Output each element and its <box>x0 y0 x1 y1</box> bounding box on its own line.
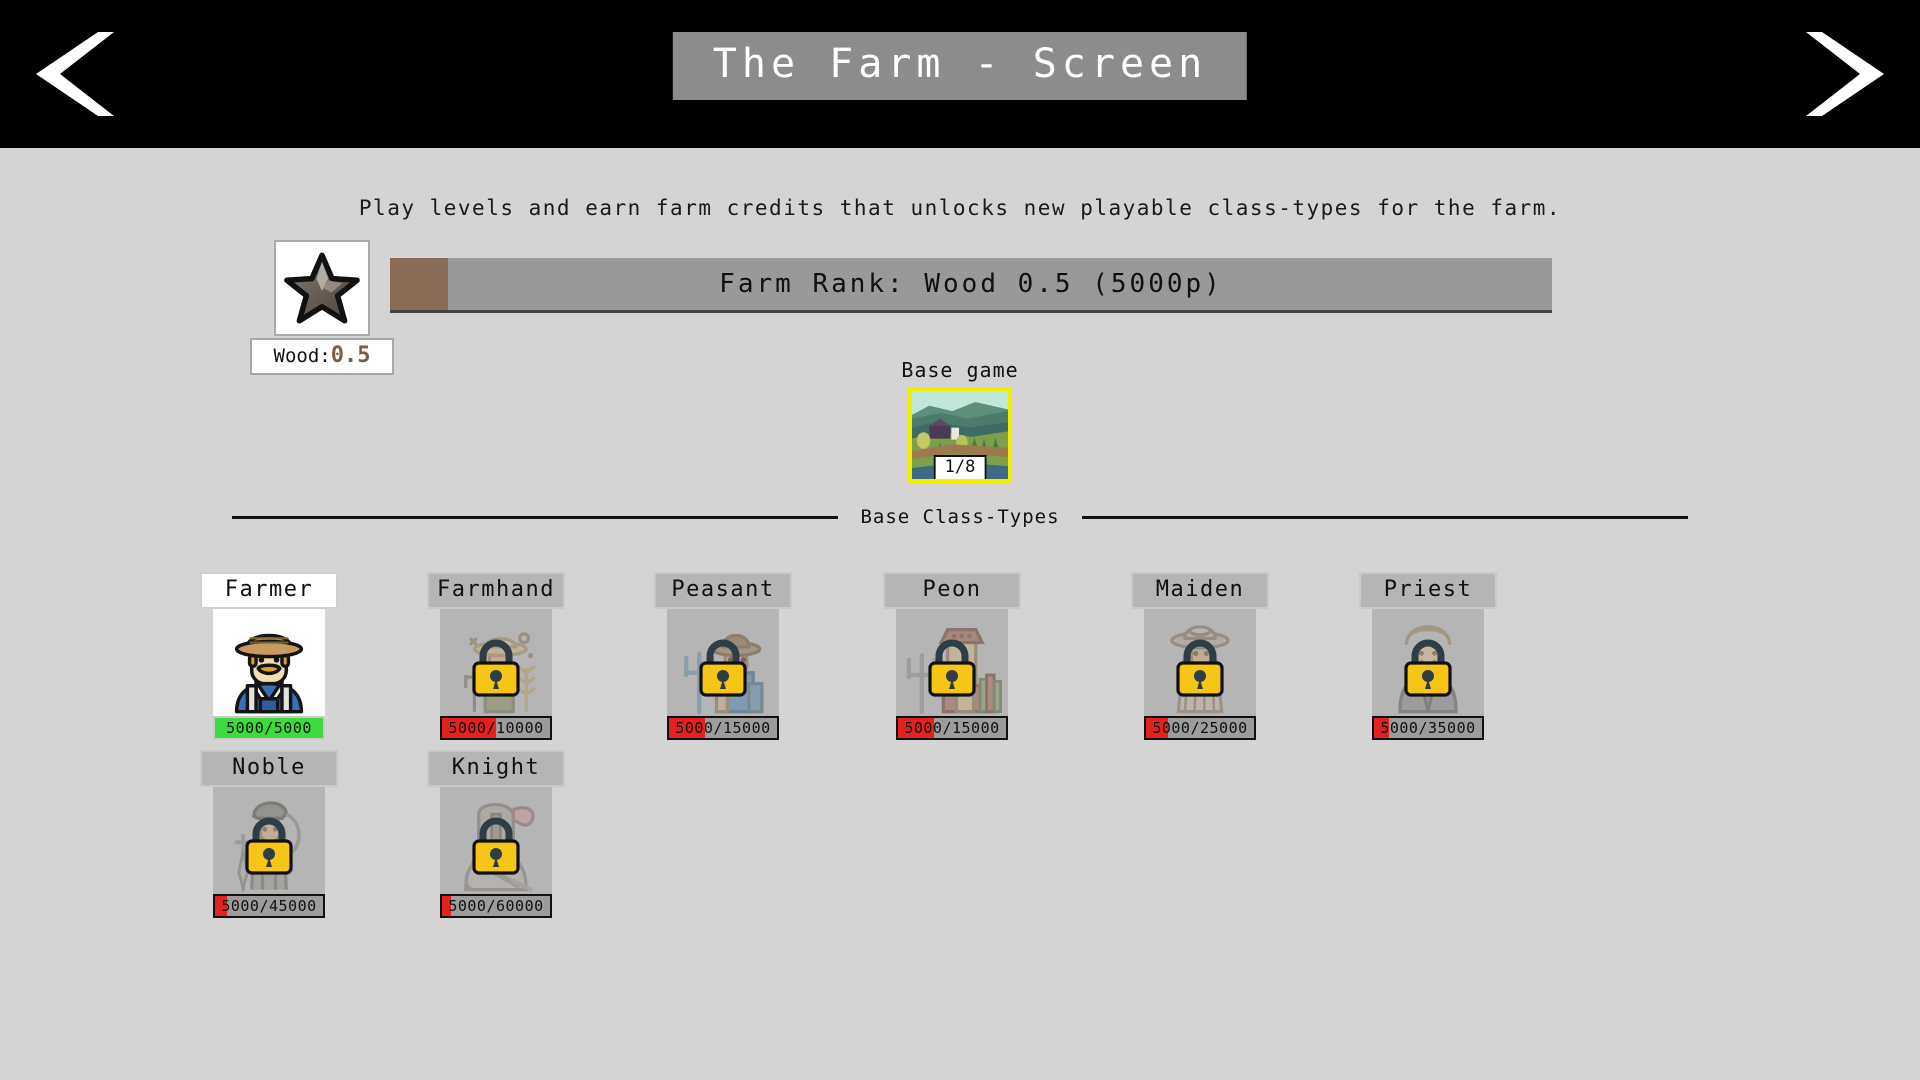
class-row-1: Farmer 5000/5000 Farmhand 5000/10000 Pea… <box>200 572 1740 750</box>
rank-badge-label-value: 0.5 <box>330 343 371 368</box>
class-card-name: Peon <box>883 572 1021 609</box>
class-card-progress-bar: 5000/35000 <box>1372 716 1484 740</box>
base-game-pack-title: Base game <box>901 358 1019 382</box>
nav-next-button[interactable] <box>1806 26 1894 122</box>
class-type-grid: Farmer 5000/5000 Farmhand 5000/10000 Pea… <box>200 572 1740 928</box>
class-card-name: Peasant <box>654 572 792 609</box>
class-card-progress-label: 5000/25000 <box>1152 719 1248 737</box>
class-card-farmer[interactable]: Farmer 5000/5000 <box>200 572 338 740</box>
class-card-peon[interactable]: Peon 5000/15000 <box>883 572 1021 740</box>
class-card-progress-label: 5000/35000 <box>1380 719 1476 737</box>
header-bar: The Farm - Screen <box>0 0 1920 148</box>
wood-star-icon <box>274 240 370 336</box>
class-card-portrait <box>213 608 325 716</box>
base-game-thumbnail[interactable]: 1/8 <box>908 387 1012 483</box>
nav-previous-button[interactable] <box>26 26 114 122</box>
class-card-portrait <box>667 608 779 716</box>
lock-icon <box>470 639 522 698</box>
divider-line-left <box>232 515 839 519</box>
farm-rank-section: Wood:0.5 Farm Rank: Wood 0.5 (5000p) <box>250 240 1604 375</box>
chevron-right-icon <box>1806 26 1894 122</box>
page-title: The Farm - Screen <box>712 41 1208 87</box>
class-card-name: Maiden <box>1131 572 1269 609</box>
class-card-peasant[interactable]: Peasant 5000/15000 <box>654 572 792 740</box>
class-card-noble[interactable]: Noble 5000/45000 <box>200 750 338 918</box>
class-card-portrait <box>1372 608 1484 716</box>
class-card-maiden[interactable]: Maiden 5000/25000 <box>1131 572 1269 740</box>
class-card-portrait <box>1144 608 1256 716</box>
class-card-progress-bar: 5000/60000 <box>440 894 552 918</box>
class-card-progress-label: 5000/45000 <box>221 897 317 915</box>
class-card-progress-label: 5000/10000 <box>448 719 544 737</box>
farmer-portrait-icon <box>213 608 325 716</box>
class-card-progress-bar: 5000/5000 <box>213 716 325 740</box>
divider-label: Base Class-Types <box>860 506 1060 528</box>
farm-screen-content: Play levels and earn farm credits that u… <box>0 148 1920 1080</box>
class-card-progress-bar: 5000/15000 <box>667 716 779 740</box>
class-card-progress-bar: 5000/15000 <box>896 716 1008 740</box>
class-card-portrait <box>896 608 1008 716</box>
class-card-name: Priest <box>1359 572 1497 609</box>
class-card-progress-bar: 5000/25000 <box>1144 716 1256 740</box>
lock-icon <box>1174 639 1226 698</box>
lock-icon <box>470 817 522 876</box>
class-row-2: Noble 5000/45000 Knight 5000/60000 <box>200 750 1740 928</box>
class-card-progress-label: 5000/15000 <box>904 719 1000 737</box>
farm-rank-progress-bar: Farm Rank: Wood 0.5 (5000p) <box>390 258 1552 313</box>
class-card-portrait <box>440 608 552 716</box>
class-card-name: Knight <box>427 750 565 787</box>
class-card-priest[interactable]: Priest 5000/35000 <box>1359 572 1497 740</box>
chevron-left-icon <box>26 26 114 122</box>
base-game-pack[interactable]: Base game 1/8 <box>870 358 1050 483</box>
base-game-pack-count: 1/8 <box>933 454 987 479</box>
screen-title-box: The Farm - Screen <box>672 32 1248 100</box>
lock-icon <box>1402 639 1454 698</box>
class-card-farmhand[interactable]: Farmhand 5000/10000 <box>427 572 565 740</box>
farm-rank-label: Farm Rank: Wood 0.5 (5000p) <box>719 269 1223 299</box>
class-card-portrait <box>440 786 552 894</box>
class-card-progress-label: 5000/60000 <box>448 897 544 915</box>
class-card-portrait <box>213 786 325 894</box>
class-card-progress-label: 5000/15000 <box>675 719 771 737</box>
lock-icon <box>697 639 749 698</box>
rank-badge-label: Wood:0.5 <box>250 338 394 375</box>
class-card-name: Farmhand <box>427 572 565 609</box>
class-card-progress-bar: 5000/45000 <box>213 894 325 918</box>
rank-badge-label-prefix: Wood: <box>273 345 331 367</box>
class-card-name: Noble <box>200 750 338 787</box>
class-card-name: Farmer <box>200 572 338 609</box>
screen-description: Play levels and earn farm credits that u… <box>358 196 1562 220</box>
class-card-progress-bar: 5000/10000 <box>440 716 552 740</box>
divider-line-right <box>1081 515 1688 519</box>
rank-badge[interactable]: Wood:0.5 <box>250 240 394 375</box>
lock-icon <box>243 817 295 876</box>
class-card-progress-label: 5000/5000 <box>226 719 312 737</box>
lock-icon <box>926 639 978 698</box>
class-card-knight[interactable]: Knight 5000/60000 <box>427 750 565 918</box>
base-class-types-divider: Base Class-Types <box>232 504 1688 530</box>
